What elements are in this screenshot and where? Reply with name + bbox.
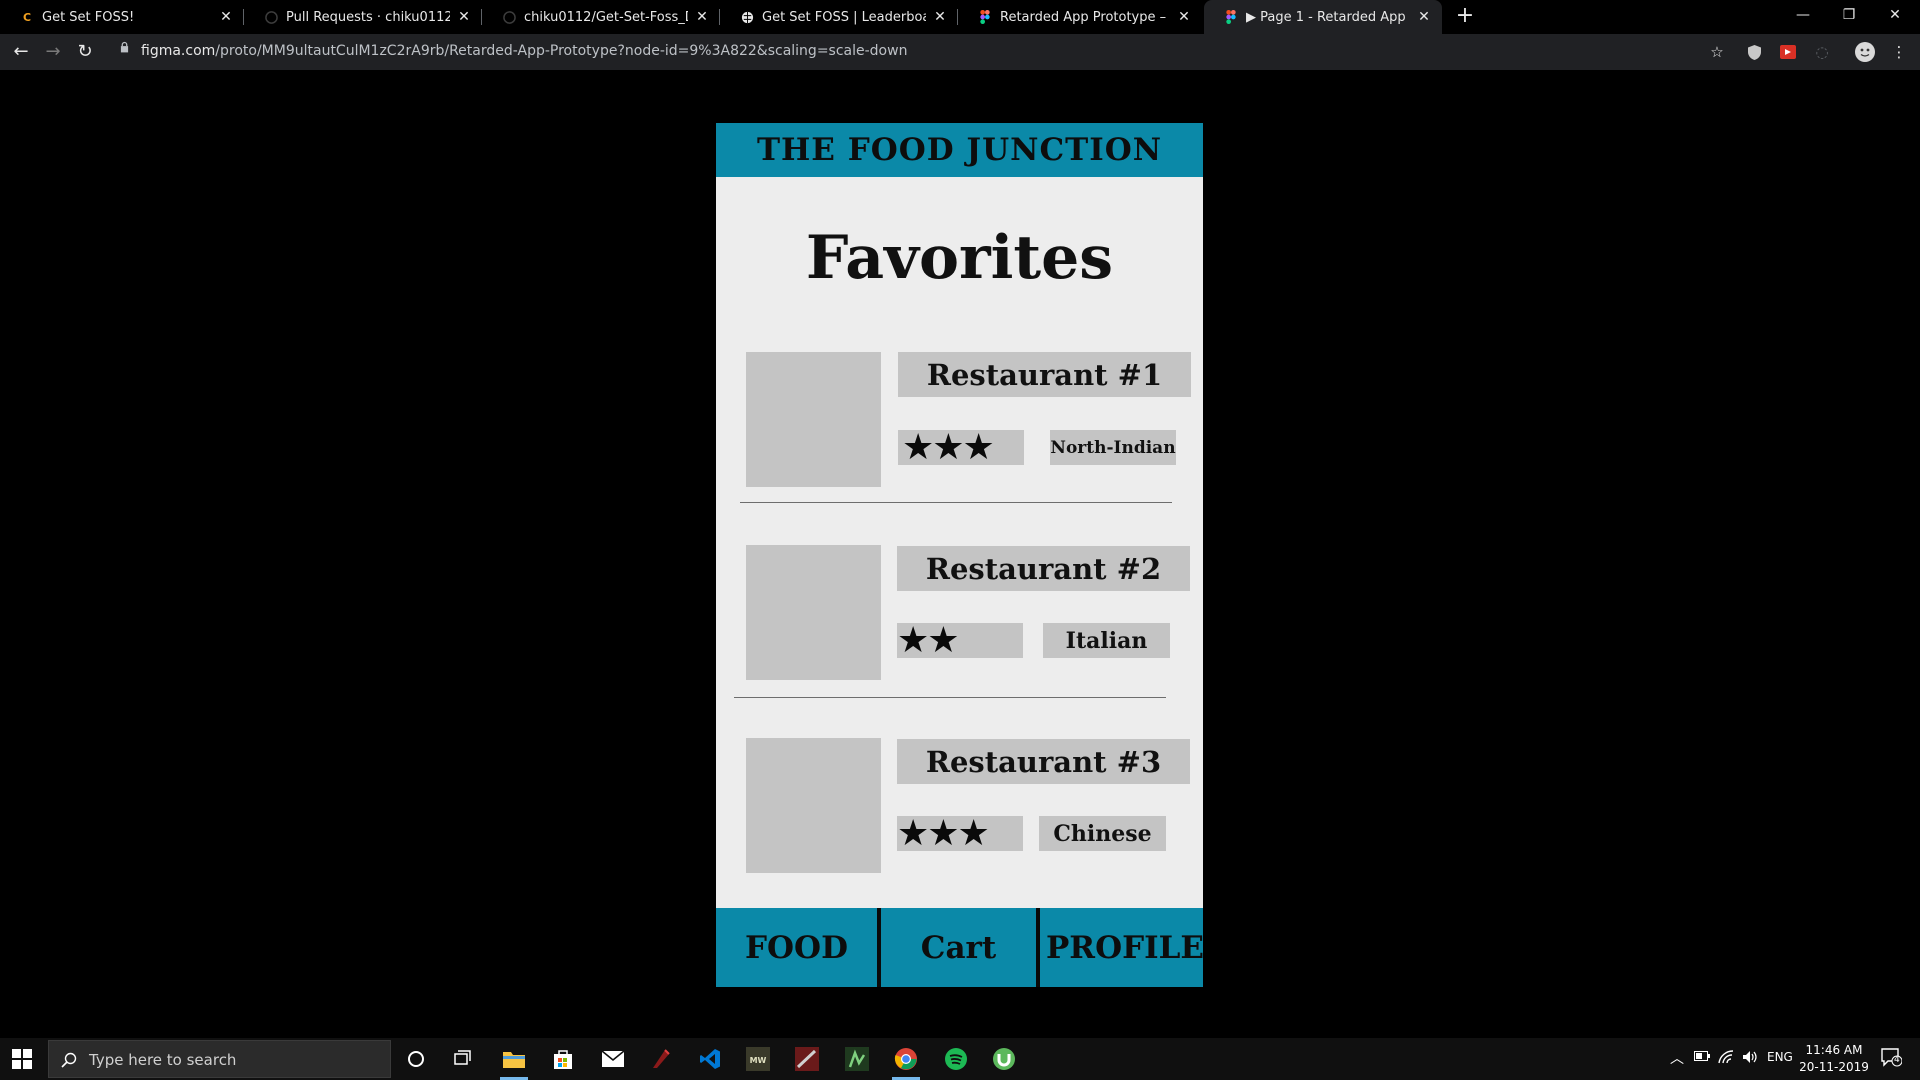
language-indicator[interactable]: ENG bbox=[1767, 1050, 1793, 1064]
game-red-icon[interactable] bbox=[791, 1043, 823, 1075]
bookmark-star-icon[interactable]: ☆ bbox=[1707, 42, 1727, 62]
battery-icon[interactable] bbox=[1694, 1050, 1710, 1064]
reload-icon[interactable]: ↻ bbox=[73, 40, 97, 64]
windows-start-icon[interactable] bbox=[12, 1049, 32, 1069]
tab-title: Retarded App Prototype – Figma bbox=[1000, 9, 1170, 25]
tab-page-1-active[interactable]: ▶ Page 1 - Retarded App Prototy ✕ bbox=[1204, 0, 1442, 34]
nav-profile-button[interactable]: PROFILE bbox=[1040, 908, 1203, 987]
rating-stars: ★★ bbox=[897, 623, 1023, 658]
extension-red-icon[interactable] bbox=[1778, 42, 1798, 62]
menu-kebab-icon[interactable]: ⋮ bbox=[1889, 42, 1909, 62]
tab-leaderboard[interactable]: Get Set FOSS | Leaderboard Porta ✕ bbox=[720, 0, 958, 34]
close-tab-icon[interactable]: ✕ bbox=[218, 9, 234, 25]
address-bar[interactable]: figma.com/proto/MM9ultautCulM1zC2rA9rb/R… bbox=[141, 43, 907, 59]
search-icon bbox=[61, 1052, 77, 1068]
globe-favicon-icon bbox=[740, 10, 754, 24]
windows-taskbar: Type here to search MW ︿ ENG 11:46 AM 20… bbox=[0, 1038, 1920, 1080]
restaurant-name: Restaurant #3 bbox=[897, 739, 1190, 784]
github-favicon-icon bbox=[264, 10, 278, 24]
tab-title: ▶ Page 1 - Retarded App Prototy bbox=[1246, 9, 1410, 25]
volume-icon[interactable] bbox=[1742, 1050, 1758, 1067]
figma-favicon-icon bbox=[1224, 10, 1238, 24]
tab-title: chiku0112/Get-Set-Foss_Design: bbox=[524, 9, 688, 25]
cuisine-tag: Chinese bbox=[1039, 816, 1166, 851]
search-placeholder: Type here to search bbox=[89, 1051, 237, 1069]
spotify-icon[interactable] bbox=[940, 1043, 972, 1075]
cuisine-tag: North-Indian bbox=[1050, 430, 1176, 465]
clock-date: 20-11-2019 bbox=[1799, 1060, 1869, 1074]
close-tab-icon[interactable]: ✕ bbox=[1416, 9, 1432, 25]
restaurant-card[interactable]: Restaurant #3 ★★★ Chinese bbox=[716, 738, 1203, 878]
tab-title: Pull Requests · chiku0112/Get-Se bbox=[286, 9, 450, 25]
notification-count-badge: 4 bbox=[1894, 1055, 1900, 1065]
bottom-navigation: FOOD Cart PROFILE bbox=[716, 908, 1203, 987]
cortana-icon[interactable] bbox=[400, 1043, 432, 1075]
mail-icon[interactable] bbox=[597, 1043, 629, 1075]
restaurant-card[interactable]: Restaurant #1 ★★★ North-Indian bbox=[716, 352, 1203, 492]
app-red-arrow-icon[interactable] bbox=[645, 1043, 677, 1075]
restaurant-image-placeholder bbox=[746, 545, 881, 680]
close-tab-icon[interactable]: ✕ bbox=[932, 9, 948, 25]
divider bbox=[734, 697, 1166, 698]
restore-icon[interactable]: ❐ bbox=[1826, 0, 1872, 30]
nav-cart-button[interactable]: Cart bbox=[881, 908, 1036, 987]
restaurant-card[interactable]: Restaurant #2 ★★ Italian bbox=[716, 545, 1203, 685]
taskbar-clock[interactable]: 11:46 AM 20-11-2019 bbox=[1796, 1042, 1872, 1076]
utorrent-icon[interactable] bbox=[988, 1043, 1020, 1075]
wifi-icon[interactable] bbox=[1718, 1050, 1734, 1067]
restaurant-image-placeholder bbox=[746, 352, 881, 487]
tab-figma-prototype[interactable]: Retarded App Prototype – Figma ✕ bbox=[958, 0, 1202, 34]
task-view-icon[interactable] bbox=[448, 1043, 480, 1075]
cuisine-tag: Italian bbox=[1043, 623, 1170, 658]
forward-arrow-icon[interactable]: → bbox=[41, 40, 65, 64]
close-window-icon[interactable]: ✕ bbox=[1872, 0, 1918, 30]
new-tab-button[interactable]: + bbox=[1453, 4, 1477, 28]
extension-loading-icon[interactable]: ◌ bbox=[1812, 42, 1832, 62]
getsetfoss-favicon-icon: C bbox=[22, 10, 32, 24]
restaurant-image-placeholder bbox=[746, 738, 881, 873]
taskbar-search-input[interactable]: Type here to search bbox=[48, 1040, 391, 1078]
browser-tab-strip: C Get Set FOSS! ✕ Pull Requests · chiku0… bbox=[0, 0, 1920, 34]
tab-get-set-foss[interactable]: C Get Set FOSS! ✕ bbox=[0, 0, 244, 34]
rating-stars: ★★★ bbox=[897, 816, 1023, 851]
figma-favicon-icon bbox=[978, 10, 992, 24]
back-arrow-icon[interactable]: ← bbox=[9, 40, 33, 64]
chrome-icon[interactable] bbox=[890, 1043, 922, 1080]
divider bbox=[740, 502, 1172, 503]
svg-text:MW: MW bbox=[750, 1056, 767, 1065]
vscode-icon[interactable] bbox=[694, 1043, 726, 1075]
figma-prototype-frame: THE FOOD JUNCTION Favorites Restaurant #… bbox=[716, 123, 1203, 987]
game-mw-icon[interactable]: MW bbox=[742, 1043, 774, 1075]
close-tab-icon[interactable]: ✕ bbox=[456, 9, 472, 25]
game-green-icon[interactable] bbox=[841, 1043, 873, 1075]
action-center-icon[interactable]: 4 bbox=[1880, 1047, 1903, 1070]
close-tab-icon[interactable]: ✕ bbox=[1176, 9, 1192, 25]
lock-icon bbox=[120, 41, 129, 53]
clock-time: 11:46 AM bbox=[1805, 1043, 1863, 1057]
nav-food-button[interactable]: FOOD bbox=[716, 908, 877, 987]
app-header-title: THE FOOD JUNCTION bbox=[716, 123, 1203, 177]
restaurant-name: Restaurant #2 bbox=[897, 546, 1190, 591]
file-explorer-icon[interactable] bbox=[498, 1043, 530, 1080]
minimize-icon[interactable]: — bbox=[1780, 0, 1826, 30]
url-host: figma.com bbox=[141, 43, 216, 59]
rating-stars: ★★★ bbox=[898, 430, 1024, 465]
tab-title: Get Set FOSS | Leaderboard Porta bbox=[762, 9, 926, 25]
close-tab-icon[interactable]: ✕ bbox=[694, 9, 710, 25]
shield-extension-icon[interactable] bbox=[1744, 42, 1764, 62]
microsoft-store-icon[interactable] bbox=[547, 1043, 579, 1075]
tab-github-repo[interactable]: chiku0112/Get-Set-Foss_Design: ✕ bbox=[482, 0, 720, 34]
browser-toolbar: ← → ↻ figma.com/proto/MM9ultautCulM1zC2r… bbox=[0, 34, 1920, 70]
page-title: Favorites bbox=[805, 223, 1114, 293]
restaurant-name: Restaurant #1 bbox=[898, 352, 1191, 397]
tab-pull-requests[interactable]: Pull Requests · chiku0112/Get-Se ✕ bbox=[244, 0, 482, 34]
show-hidden-icons-icon[interactable]: ︿ bbox=[1670, 1048, 1684, 1068]
github-favicon-icon bbox=[502, 10, 516, 24]
profile-avatar-icon[interactable] bbox=[1855, 42, 1875, 62]
url-path: /proto/MM9ultautCulM1zC2rA9rb/Retarded-A… bbox=[215, 43, 908, 59]
tab-title: Get Set FOSS! bbox=[42, 9, 135, 25]
